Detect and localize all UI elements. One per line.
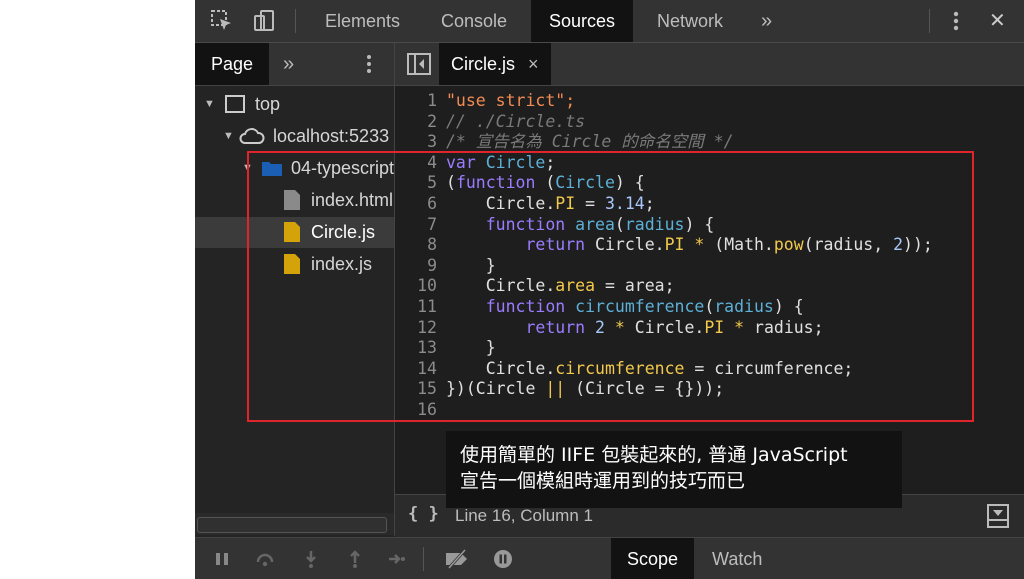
debugger-toolbar: Scope Watch — [195, 537, 1024, 579]
line-number: 1 — [427, 91, 437, 110]
toggle-debugger-icon[interactable] — [987, 504, 1009, 528]
toggle-navigator-icon[interactable] — [407, 53, 431, 75]
tab-watch[interactable]: Watch — [696, 538, 778, 579]
tree-item-label: top — [255, 94, 281, 114]
tree-item-label: localhost:5233 — [273, 126, 390, 146]
expand-arrow-icon[interactable]: ▼ — [204, 89, 215, 120]
tab-page[interactable]: Page — [195, 43, 270, 85]
cursor-position: Line 16, Column 1 — [455, 506, 593, 525]
close-tab-icon[interactable]: × — [528, 54, 539, 74]
toolbar-separator — [295, 9, 296, 33]
tab-elements[interactable]: Elements — [307, 0, 418, 42]
code-line: // ./Circle.ts — [446, 111, 586, 131]
pretty-print-button[interactable]: { } — [408, 504, 439, 524]
step-icon[interactable] — [387, 549, 407, 569]
pause-on-exceptions-icon[interactable] — [493, 549, 513, 569]
main-toolbar: Elements Console Sources Network » ✕ — [195, 0, 1024, 43]
tab-circle-js[interactable]: Circle.js × — [439, 43, 551, 85]
caption-overlay: 使用簡單的 IIFE 包裝起來的, 普通 JavaScript 宣告一個模組時運… — [446, 431, 902, 508]
step-out-icon[interactable] — [345, 549, 365, 569]
line-number: 2 — [427, 111, 437, 131]
caption-line: 使用簡單的 IIFE 包裝起來的, 普通 JavaScript — [460, 444, 848, 466]
tab-console[interactable]: Console — [423, 0, 525, 42]
device-toolbar-icon[interactable] — [251, 8, 277, 34]
tab-sources[interactable]: Sources — [531, 0, 634, 42]
frame-icon — [225, 95, 245, 113]
scrollbar-thumb[interactable] — [197, 517, 387, 533]
cloud-icon — [239, 128, 265, 144]
code-line: /* 宣告名為 Circle 的命名空間 */ — [446, 132, 734, 152]
navigator-scrollbar[interactable] — [195, 513, 394, 535]
navigator-menu-icon[interactable] — [357, 52, 381, 76]
tab-scope[interactable]: Scope — [611, 538, 695, 579]
tab-network[interactable]: Network — [639, 0, 741, 42]
more-tabs-button[interactable]: » — [743, 0, 790, 42]
line-number: 3 — [427, 132, 437, 152]
deactivate-breakpoints-icon[interactable] — [443, 549, 471, 569]
expand-arrow-icon[interactable]: ▼ — [223, 121, 234, 152]
toolbar-separator — [423, 547, 424, 571]
toolbar-separator — [929, 9, 930, 33]
pause-icon[interactable] — [212, 549, 232, 569]
navigator-more-button[interactable]: » — [283, 43, 294, 85]
step-into-icon[interactable] — [301, 549, 321, 569]
tree-item-localhost[interactable]: ▼ localhost:5233 — [195, 121, 394, 152]
caption-line: 宣告一個模組時運用到的技巧而已 — [460, 470, 746, 492]
file-tab-label: Circle.js — [451, 54, 516, 74]
step-over-icon[interactable] — [255, 549, 275, 569]
navigator-header: Page » — [195, 43, 394, 86]
kebab-menu-icon[interactable] — [943, 8, 969, 34]
editor-header: Circle.js × — [395, 43, 1024, 86]
close-devtools-button[interactable]: ✕ — [971, 0, 1024, 42]
inspect-element-icon[interactable] — [209, 8, 235, 34]
tree-item-top[interactable]: ▼ top — [195, 89, 394, 120]
code-highlight-box — [247, 151, 974, 422]
code-line: "use strict"; — [446, 91, 576, 110]
